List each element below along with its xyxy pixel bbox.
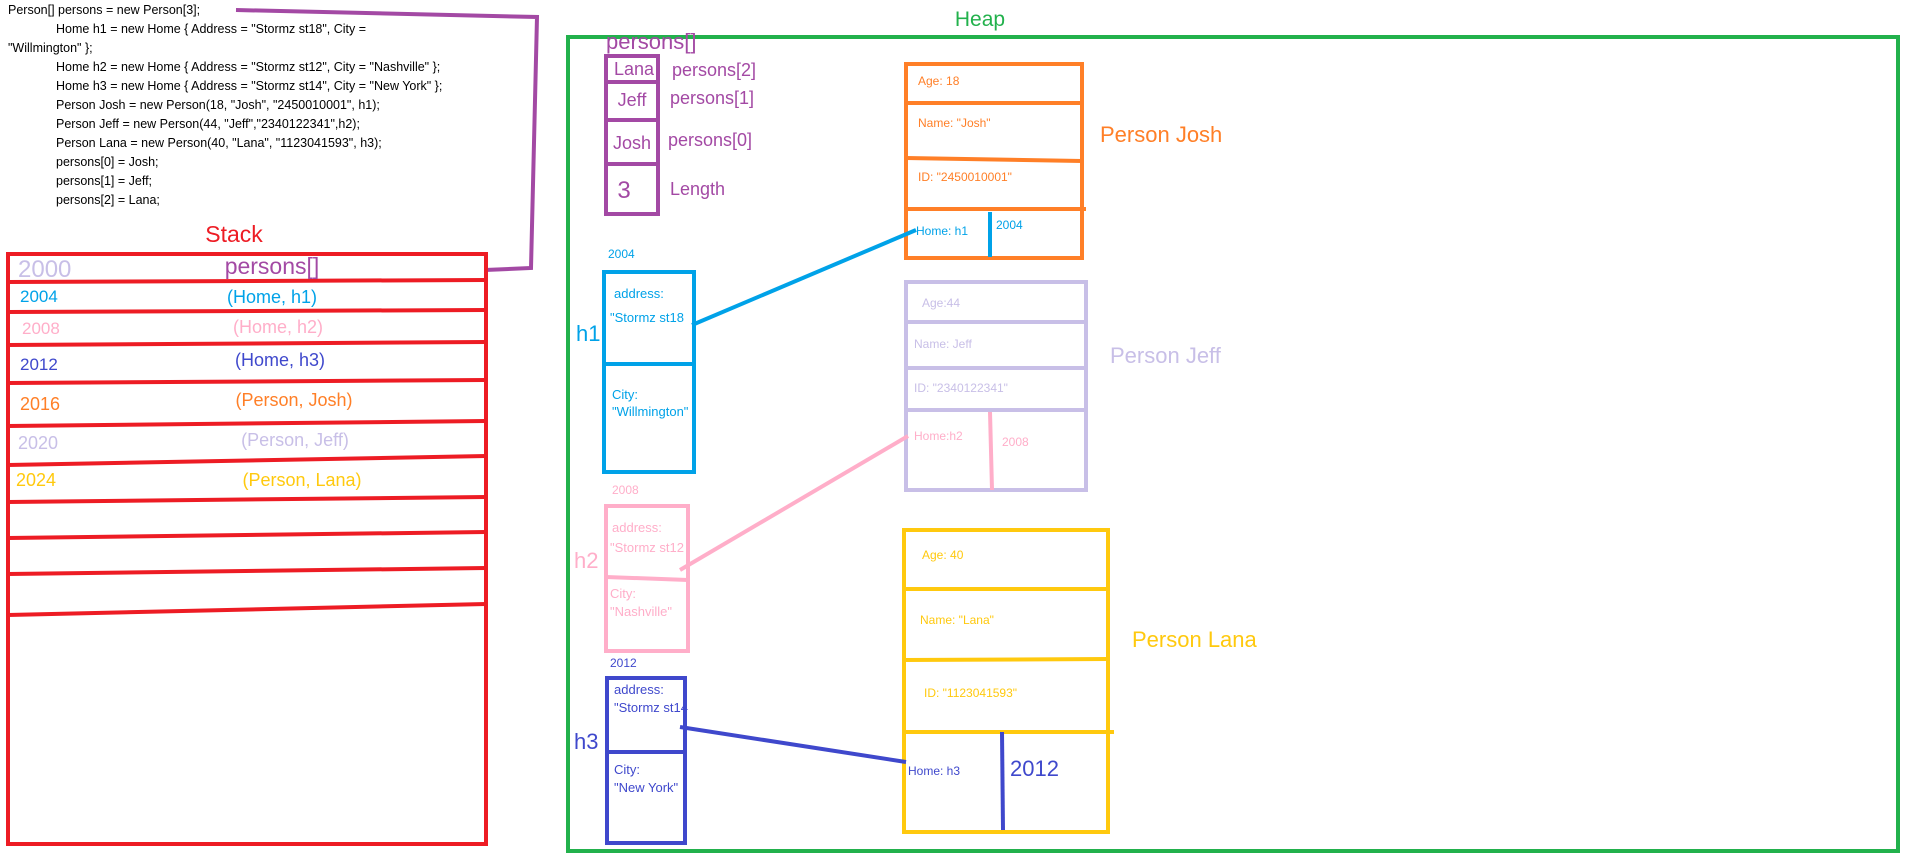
person-field-name: Name: "Josh" [918, 116, 991, 130]
home-name: h3 [574, 729, 598, 754]
code-line: Person Lana = new Person(40, "Lana", "11… [56, 136, 382, 150]
person-box [902, 528, 1110, 834]
home-h3: 2012 h3 address: "Stormz st14 City: "New… [574, 656, 688, 845]
home-field-value: "Willmington" [612, 404, 689, 419]
person-field-home: Home: h1 [916, 224, 968, 238]
stack: Stack 2000 persons[] 2004 (Home, h1) 200… [6, 221, 488, 846]
person-home-pointer-address: 2008 [1002, 435, 1029, 449]
person-home-pointer-address: 2012 [1010, 756, 1059, 781]
persons-array-title: persons[] [606, 29, 697, 54]
code-line: Home h2 = new Home { Address = "Stormz s… [56, 60, 440, 74]
stack-row-value: (Person, Jeff) [241, 430, 349, 450]
person-lana: Age: 40 Name: "Lana" ID: "1123041593" Ho… [902, 528, 1258, 834]
home-field-value: "Stormz st12 [610, 540, 684, 555]
home-name: h1 [576, 321, 600, 346]
stack-title: Stack [205, 221, 263, 247]
code-line: persons[1] = Jeff; [56, 174, 152, 188]
reference-line-lana-h3 [679, 725, 907, 764]
home-field-value: "Stormz st18 [610, 310, 684, 325]
home-field-label: address: [614, 682, 664, 697]
array-cell-value: Lana [614, 59, 655, 79]
home-field-label: City: [610, 586, 636, 601]
person-field-id: ID: "2450010001" [918, 170, 1012, 184]
code-line: persons[0] = Josh; [56, 155, 159, 169]
person-title: Person Jeff [1110, 343, 1222, 368]
stack-row-value: (Home, h2) [233, 317, 323, 337]
person-field-id: ID: "2340122341" [914, 381, 1008, 395]
home-h2: 2008 h2 address: "Stormz st12 City: "Nas… [574, 483, 690, 653]
home-field-label: address: [614, 286, 664, 301]
person-home-pointer-address: 2004 [996, 218, 1023, 232]
stack-row-address: 2020 [18, 433, 58, 453]
code-line: Person Jeff = new Person(44, "Jeff","234… [56, 117, 360, 131]
home-address-number: 2012 [610, 656, 637, 670]
person-field-age: Age: 18 [918, 74, 960, 88]
code-line: persons[2] = Lana; [56, 193, 160, 207]
stack-row-address: 2024 [16, 470, 56, 490]
stack-row-value: persons[] [225, 253, 320, 279]
code-line: "Willmington" }; [8, 41, 93, 55]
home-name: h2 [574, 548, 598, 573]
home-field-value: "Nashville" [610, 604, 672, 619]
array-cell-value: Jeff [618, 90, 648, 110]
memory-diagram: Person[] persons = new Person[3]; Home h… [6, 3, 1900, 853]
array-cell-value: Josh [613, 133, 651, 153]
home-address-number: 2004 [608, 247, 635, 261]
code-line: Home h3 = new Home { Address = "Stormz s… [56, 79, 442, 93]
array-cell-value: 3 [617, 177, 630, 204]
array-cell-label: persons[1] [670, 88, 754, 108]
heap-title: Heap [955, 8, 1005, 31]
person-field-home: Home: h3 [908, 764, 960, 778]
stack-row-value: (Person, Josh) [235, 390, 352, 410]
code-line: Person Josh = new Person(18, "Josh", "24… [56, 98, 380, 112]
stack-row-value: (Person, Lana) [242, 470, 361, 490]
persons-array: persons[] Lana persons[2] Jeff persons[1… [604, 29, 756, 216]
stack-row-address: 2004 [20, 287, 58, 306]
code-line: Home h1 = new Home { Address = "Stormz s… [56, 22, 366, 36]
person-title: Person Josh [1100, 122, 1222, 147]
person-field-name: Name: "Lana" [920, 613, 994, 627]
person-josh: Age: 18 Name: "Josh" ID: "2450010001" Ho… [904, 62, 1222, 260]
person-field-home: Home:h2 [914, 429, 963, 443]
array-cell-label: persons[0] [668, 130, 752, 150]
home-field-label: City: [612, 387, 638, 402]
stack-row-value: (Home, h3) [235, 350, 325, 370]
heap: Heap persons[] Lana persons[2] Jeff pers… [566, 8, 1900, 853]
person-field-age: Age: 40 [922, 548, 964, 562]
person-field-age: Age:44 [922, 296, 960, 310]
reference-line-josh-h1 [691, 228, 917, 327]
stack-row-address: 2008 [22, 319, 60, 338]
stack-row-address: 2012 [20, 355, 58, 374]
home-address-number: 2008 [612, 483, 639, 497]
home-box [602, 270, 696, 474]
heap-frame [566, 35, 1900, 853]
home-field-label: address: [612, 520, 662, 535]
stack-row-address: 2000 [18, 256, 71, 283]
array-cell-label: Length [670, 179, 725, 199]
code-block: Person[] persons = new Person[3]; Home h… [8, 3, 442, 207]
home-h1: 2004 h1 address: "Stormz st18 City: "Wil… [576, 247, 696, 474]
stack-row-address: 2016 [20, 394, 60, 414]
person-jeff: Age:44 Name: Jeff ID: "2340122341" Home:… [904, 280, 1222, 492]
home-field-label: City: [614, 762, 640, 777]
person-title: Person Lana [1132, 627, 1258, 652]
home-field-value: "New York" [614, 780, 679, 795]
person-field-id: ID: "1123041593" [924, 686, 1017, 700]
person-field-name: Name: Jeff [914, 337, 972, 351]
home-field-value: "Stormz st14 [614, 700, 688, 715]
array-cell-label: persons[2] [672, 60, 756, 80]
reference-line-jeff-h2 [678, 434, 910, 572]
stack-row-value: (Home, h1) [227, 287, 317, 307]
code-line: Person[] persons = new Person[3]; [8, 3, 200, 17]
